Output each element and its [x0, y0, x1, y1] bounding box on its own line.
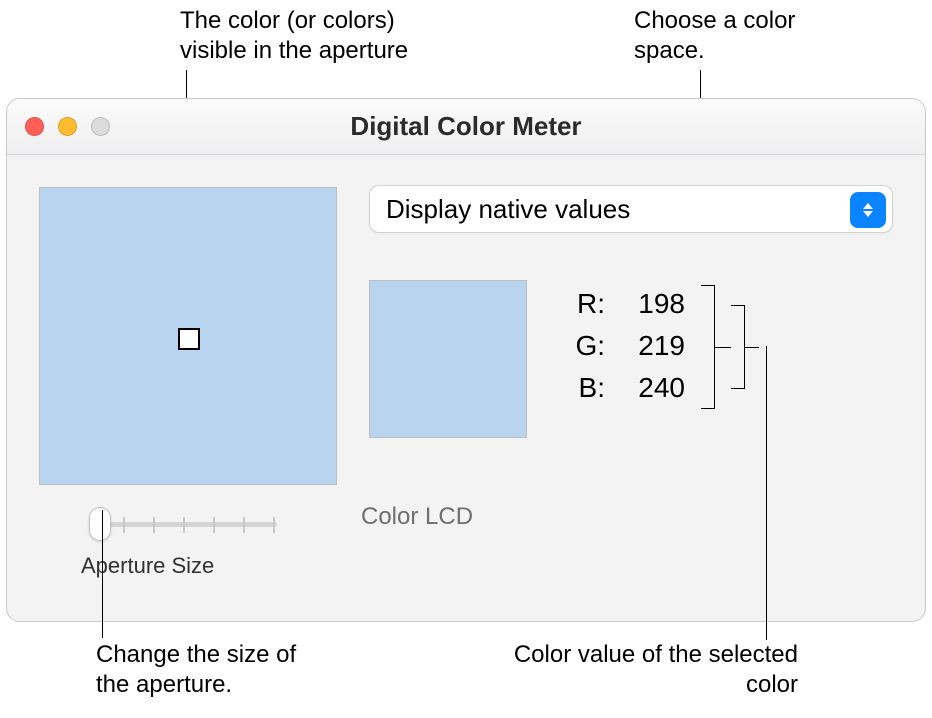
rgb-r-value: 198 [605, 283, 685, 325]
selected-color-swatch [369, 280, 527, 438]
titlebar: Digital Color Meter [7, 99, 925, 155]
minimize-icon[interactable] [58, 117, 77, 136]
aperture-size-label: Aperture Size [81, 553, 287, 579]
close-icon[interactable] [25, 117, 44, 136]
callout-colorspace: Choose a color space. [634, 6, 834, 66]
rgb-brackets [701, 283, 759, 411]
color-space-popup[interactable]: Display native values [369, 185, 893, 233]
rgb-g-label: G: [559, 325, 605, 367]
popup-stepper-icon [850, 192, 886, 228]
aperture-marker [178, 328, 200, 350]
color-space-value: Display native values [386, 194, 630, 225]
zoom-icon[interactable] [91, 117, 110, 136]
leader-color-value [766, 346, 767, 640]
rgb-readout: R: 198 G: 219 B: 240 [559, 283, 685, 409]
rgb-g-value: 219 [605, 325, 685, 367]
window-body: Aperture Size Display native values R: 1… [7, 155, 925, 621]
slider-knob[interactable] [89, 507, 111, 541]
rgb-b-value: 240 [605, 367, 685, 409]
display-name: Color LCD [361, 503, 473, 531]
callout-aperture-size: Change the size of the aperture. [96, 640, 336, 700]
aperture-preview [39, 187, 337, 485]
callout-aperture-color: The color (or colors) visible in the ape… [180, 6, 440, 66]
rgb-b-label: B: [559, 367, 605, 409]
aperture-size-control: Aperture Size [81, 509, 287, 579]
callout-color-value: Color value of the selected color [498, 640, 798, 700]
rgb-r-label: R: [559, 283, 605, 325]
leader-aperture-size [102, 510, 103, 638]
window-controls [25, 99, 110, 154]
window-title: Digital Color Meter [7, 111, 925, 142]
app-window: Digital Color Meter Aperture Size [6, 98, 926, 622]
aperture-size-slider[interactable] [81, 509, 287, 539]
